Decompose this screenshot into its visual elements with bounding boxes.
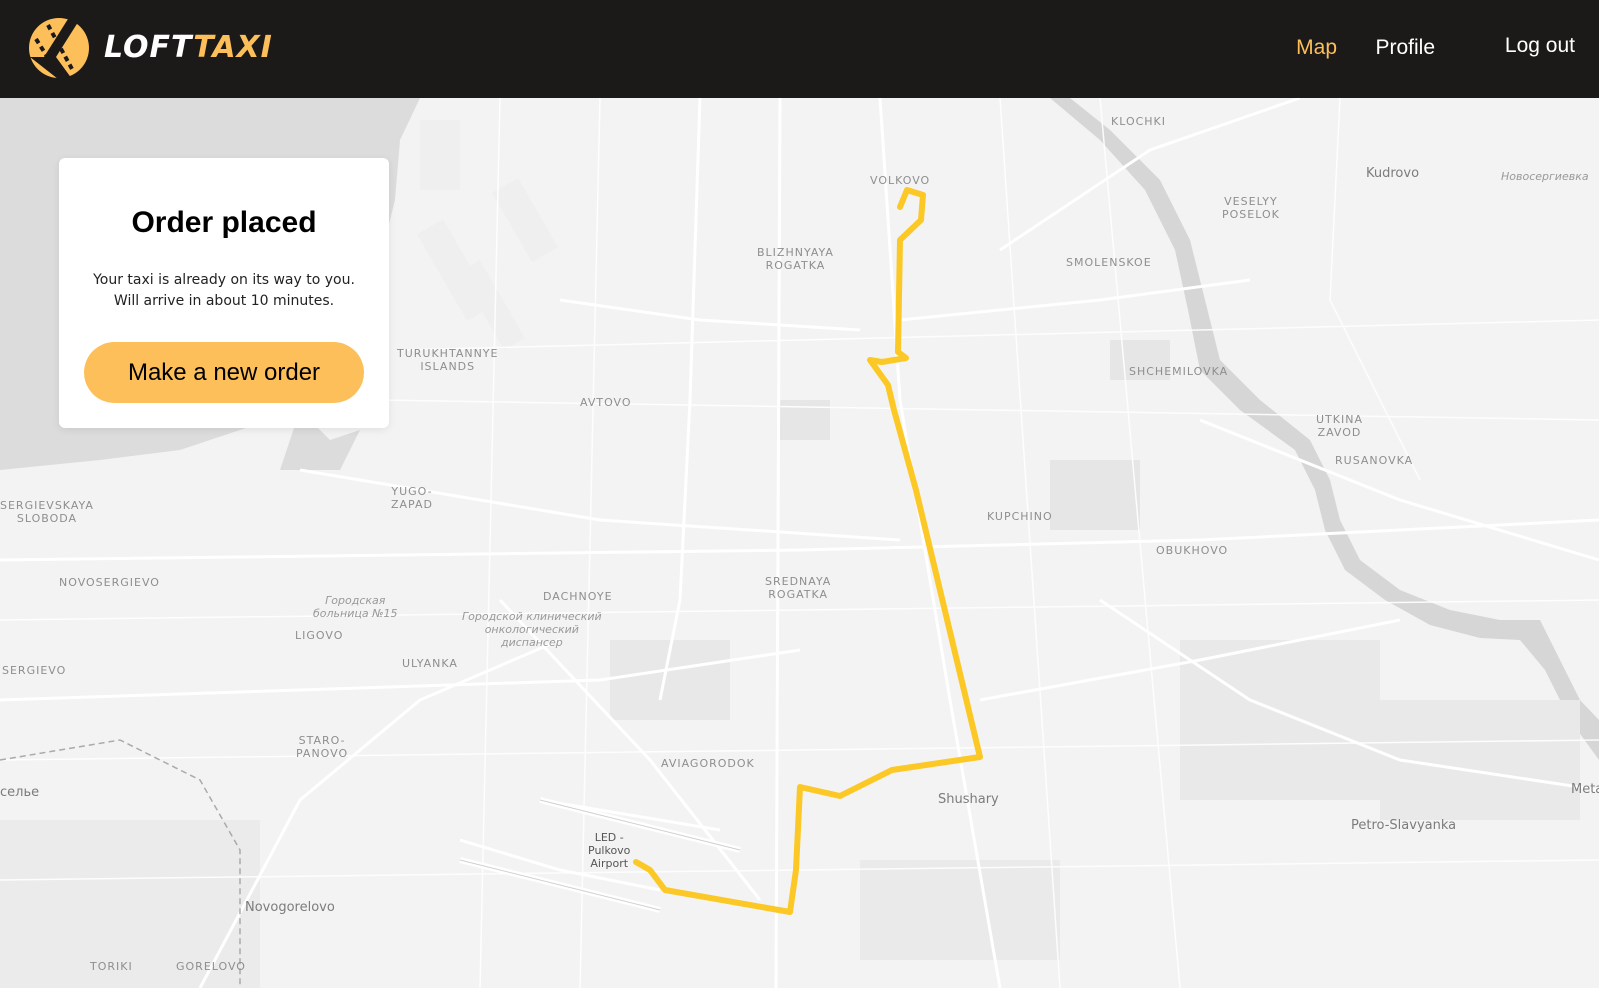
nav-map-link[interactable]: Map — [1296, 36, 1337, 60]
map-label-obukhovo: OBUKHOVO — [1156, 544, 1229, 557]
order-message-line1: Your taxi is already on its way to you. — [93, 272, 355, 288]
map-label-yugo-zapad: YUGO- ZAPAD — [391, 485, 433, 511]
map-label-utkina: UTKINA ZAVOD — [1316, 413, 1363, 439]
map-label-novogorelovo: Novogorelovo — [245, 900, 335, 915]
map-label-gorelovo: GORELOVO — [176, 960, 246, 973]
map-label-blizhnyaya: BLIZHNYAYA ROGATKA — [757, 246, 834, 272]
nav-logout-link[interactable]: Log out — [1505, 34, 1575, 58]
map-label-selye: селье — [0, 785, 40, 800]
map-label-novosergievo: NOVOSERGIEVO — [59, 576, 160, 589]
map-label-hospital: Городская больница №15 — [313, 594, 398, 620]
map-label-shushary: Shushary — [938, 792, 999, 807]
map-label-veselyy: VESELYY POSELOK — [1222, 195, 1280, 221]
app-header: LOFTTAXI Map Profile Log out — [0, 0, 1599, 98]
map-label-srednaya: SREDNAYA ROGATKA — [765, 575, 832, 601]
order-placed-message: Your taxi is already on its way to you. … — [59, 270, 389, 312]
map-label-onko: Городской клинический онкологический диспа… — [462, 610, 602, 649]
map-label-kudrovo: Kudrovo — [1366, 166, 1420, 181]
map-label-meta: Meta — [1571, 782, 1599, 797]
map-label-sergievo: SERGIEVO — [2, 664, 67, 677]
map-label-staro-panovo: STARO- PANOVO — [296, 734, 349, 760]
order-placed-title: Order placed — [131, 206, 317, 239]
map-label-klochki: KLOCHKI — [1111, 115, 1167, 128]
logo[interactable]: LOFTTAXI — [28, 17, 273, 79]
order-placed-card: Order placed Your taxi is already on its… — [59, 158, 389, 428]
taxi-logo-icon — [29, 18, 89, 79]
make-new-order-button[interactable]: Make a new order — [84, 342, 364, 403]
map-label-volkovo: VOLKOVO — [870, 174, 931, 187]
map-label-turukhtannye: TURUKHTANNYE ISLANDS — [397, 347, 499, 373]
logo-wordmark: LOFTTAXI — [104, 33, 273, 63]
order-message-line2: Will arrive in about 10 minutes. — [113, 293, 335, 309]
map-label-ulyanka: ULYANKA — [402, 657, 458, 670]
logo-text-loft: LOFT — [104, 30, 194, 65]
map-label-sergievskaya: SERGIEVSKAYA SLOBODA — [0, 499, 94, 525]
map-label-ligovo: LIGOVO — [295, 629, 344, 642]
map-label-airport: LED - Pulkovo Airport — [588, 831, 631, 870]
map-label-novosergievka: Новосергиевка — [1501, 170, 1589, 183]
logo-text-taxi: TAXI — [193, 30, 273, 65]
nav-profile-link[interactable]: Profile — [1375, 36, 1435, 60]
map-label-petro-slavyanka: Petro-Slavyanka — [1351, 818, 1457, 833]
map-label-shchemilovka: SHCHEMILOVKA — [1129, 365, 1229, 378]
map-label-kupchino: KUPCHINO — [987, 510, 1053, 523]
map-label-aviagorodok: AVIAGORODOK — [661, 757, 755, 770]
map-label-rusanovka: RUSANOVKA — [1335, 454, 1414, 467]
map-label-toriki: TORIKI — [90, 960, 133, 973]
map-label-avtovo: AVTOVO — [580, 396, 632, 409]
map-label-dachnoye: DACHNOYE — [543, 590, 613, 603]
map-label-smolenskoe: SMOLENSKOE — [1066, 256, 1152, 269]
